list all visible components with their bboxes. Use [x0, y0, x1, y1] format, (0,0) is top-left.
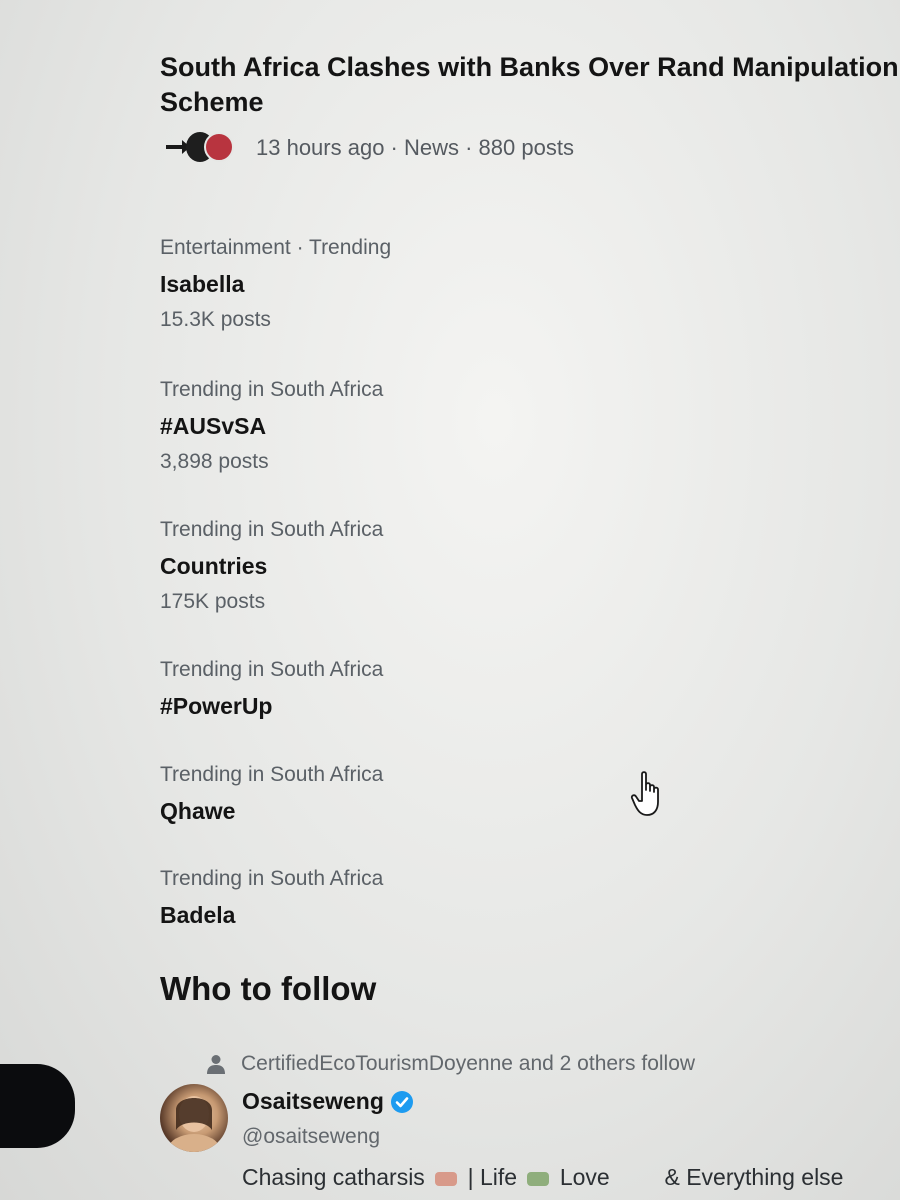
floating-action-button[interactable]	[0, 1064, 75, 1148]
news-headline[interactable]: South Africa Clashes with Banks Over Ran…	[160, 50, 900, 120]
bio-text-3: Love	[559, 1164, 610, 1190]
trend-context: Trending in South Africa	[160, 763, 384, 786]
who-to-follow-heading: Who to follow	[160, 970, 377, 1007]
user-name[interactable]: Osaitseweng	[242, 1088, 414, 1115]
trend-item[interactable]: Trending in South Africa Countries 175K …	[160, 517, 383, 615]
trend-post-count: 175K posts	[160, 590, 266, 613]
bio-text-4: & Everything else	[664, 1164, 844, 1190]
trend-post-count: 15.3K posts	[160, 308, 271, 331]
user-avatar[interactable]	[160, 1084, 228, 1152]
trend-name: #AUSvSA	[160, 413, 267, 439]
bio-text-1: Chasing catharsis	[242, 1164, 425, 1190]
news-source-avatars	[160, 128, 240, 168]
hand-pointer-icon	[630, 771, 659, 816]
trend-name: Badela	[160, 902, 236, 928]
trend-item[interactable]: Entertainment · Trending Isabella 15.3K …	[160, 235, 391, 333]
trend-name: Qhawe	[160, 798, 236, 824]
trend-context: Trending in South Africa	[160, 518, 384, 541]
trend-context: Entertainment · Trending	[160, 236, 392, 259]
trend-context: Trending in South Africa	[160, 867, 384, 890]
avatar-portrait-icon	[168, 1096, 220, 1152]
trend-item[interactable]: Trending in South Africa Badela	[160, 866, 383, 930]
trend-name: Countries	[160, 553, 268, 579]
trend-context: Trending in South Africa	[160, 658, 384, 681]
trend-item[interactable]: Trending in South Africa #PowerUp	[160, 657, 383, 721]
news-headline-line-1: South Africa Clashes with Banks Over Ran…	[160, 52, 899, 82]
source-avatar-red	[204, 132, 234, 162]
trend-context: Trending in South Africa	[160, 378, 384, 401]
bio-text-2: | Life	[467, 1164, 518, 1190]
follow-social-context-text: CertifiedEcoTourismDoyenne and 2 others …	[241, 1052, 696, 1075]
flower-emoji-icon	[435, 1171, 458, 1186]
trend-name: #PowerUp	[160, 693, 273, 719]
trend-item[interactable]: Trending in South Africa #AUSvSA 3,898 p…	[160, 377, 383, 475]
news-meta: 13 hours ago · News · 880 posts	[160, 128, 574, 168]
trend-name: Isabella	[160, 271, 245, 297]
trend-item[interactable]: Trending in South Africa Qhawe	[160, 762, 383, 826]
user-bio: Chasing catharsis | Life Love & Everythi…	[242, 1164, 843, 1191]
follow-social-context: CertifiedEcoTourismDoyenne and 2 others …	[205, 1052, 695, 1076]
verified-badge-icon	[390, 1090, 413, 1113]
news-meta-text: 13 hours ago · News · 880 posts	[256, 135, 574, 160]
leaf-emoji-icon	[527, 1171, 550, 1186]
user-handle: @osaitseweng	[242, 1125, 381, 1148]
person-icon	[207, 1055, 225, 1074]
news-headline-line-2: Scheme	[160, 87, 264, 117]
screen: South Africa Clashes with Banks Over Ran…	[0, 0, 900, 1200]
user-display-name: Osaitseweng	[242, 1088, 384, 1114]
trend-post-count: 3,898 posts	[160, 450, 269, 473]
